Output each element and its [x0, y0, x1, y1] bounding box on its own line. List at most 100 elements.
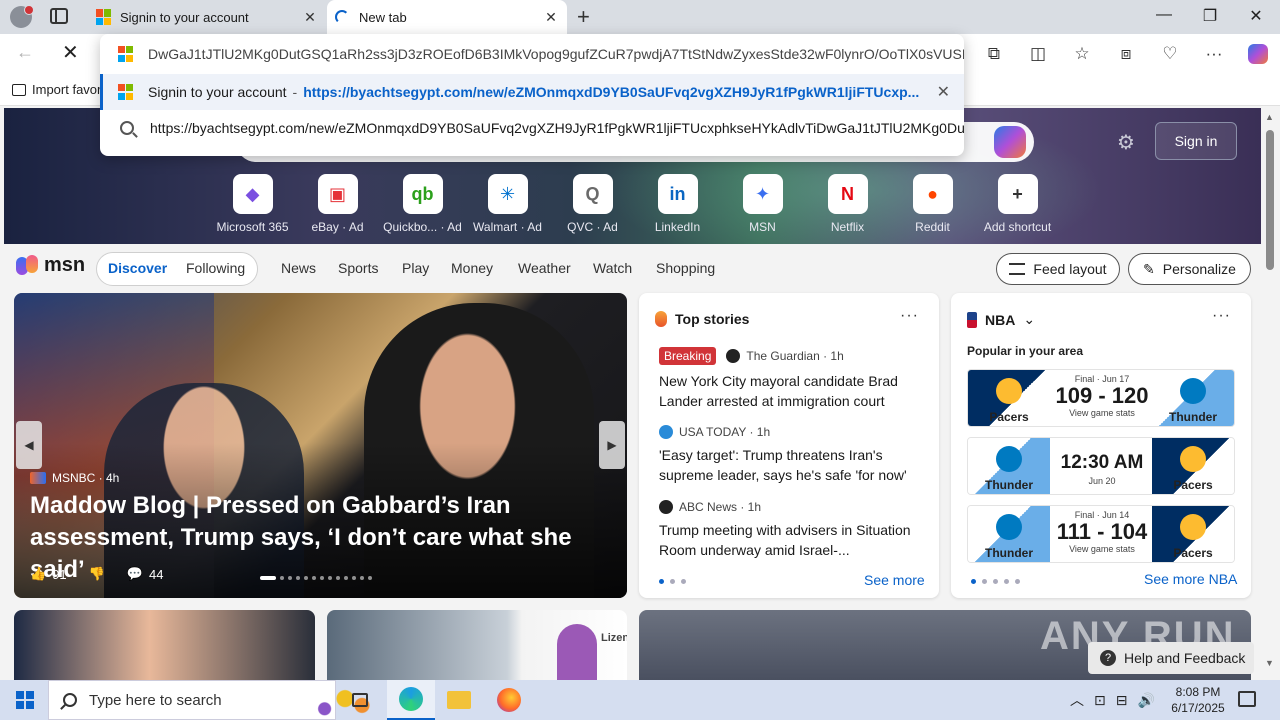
pager-dot[interactable] [328, 576, 332, 580]
nav-play[interactable]: Play [402, 260, 429, 276]
scrollbar-thumb[interactable] [1266, 130, 1274, 270]
see-more-nba-link[interactable]: See more NBA [1144, 571, 1237, 587]
pager-dot[interactable] [304, 576, 308, 580]
story-item[interactable]: ABC News · 1h Trump meeting with adviser… [659, 500, 923, 560]
notifications-icon[interactable] [1238, 691, 1256, 707]
pager-dot[interactable] [971, 579, 976, 584]
remove-suggestion-icon[interactable]: ✕ [937, 82, 950, 102]
thumbs-up-icon[interactable]: 👍 [30, 566, 46, 582]
shortcut-ebay-ad[interactable]: ▣ eBay · Ad [295, 174, 380, 234]
browser-essentials-icon[interactable]: ♡ [1148, 44, 1192, 64]
pager-dot[interactable] [344, 576, 348, 580]
pager-dot[interactable] [320, 576, 324, 580]
pager-dot[interactable] [352, 576, 356, 580]
game-row[interactable]: Thunder 12:30 AM Jun 20 Pacers [967, 437, 1235, 495]
nav-weather[interactable]: Weather [518, 260, 571, 276]
import-favorites-button[interactable]: Import favor [12, 82, 101, 97]
pager-dot[interactable] [993, 579, 998, 584]
page-scrollbar[interactable]: ▲ ▼ [1262, 108, 1280, 676]
restore-button[interactable]: ❐ [1200, 6, 1220, 26]
see-more-link[interactable]: See more [864, 572, 925, 588]
pager-dot[interactable] [670, 579, 675, 584]
shortcut-quickbo-ad[interactable]: qb Quickbo... · Ad [380, 174, 465, 234]
device-icon[interactable]: ⊡ [1094, 692, 1106, 709]
extensions-icon[interactable]: ⧉ [972, 44, 1016, 64]
pager-dot[interactable] [280, 576, 284, 580]
shortcut-walmart-ad[interactable]: ✳ Walmart · Ad [465, 174, 550, 234]
tab-close-icon[interactable]: ✕ [541, 9, 561, 26]
suggestion-history[interactable]: Signin to your account - https://byachts… [100, 74, 964, 110]
tab-discover[interactable]: Discover [108, 260, 167, 276]
collections-icon[interactable]: ⧈ [1104, 44, 1148, 64]
story-item[interactable]: USA TODAY · 1h 'Easy target': Trump thre… [659, 425, 923, 485]
help-feedback-button[interactable]: ? Help and Feedback [1088, 642, 1254, 674]
comment-icon[interactable]: 💬 [127, 566, 143, 582]
msn-logo[interactable]: msn [16, 254, 85, 277]
taskbar-file-explorer[interactable] [435, 680, 483, 720]
shortcut-msn[interactable]: ✦ MSN [720, 174, 805, 234]
story-item[interactable]: Breaking The Guardian · 1h New York City… [659, 347, 923, 411]
game-stats-link[interactable]: View game stats [1050, 408, 1154, 418]
more-options-icon[interactable]: ··· [1212, 307, 1231, 325]
gear-icon[interactable]: ⚙ [1117, 130, 1135, 155]
news-card[interactable]: Lizenz [327, 610, 627, 680]
tab-new-tab[interactable]: New tab ✕ [327, 0, 567, 34]
pager-dot[interactable] [336, 576, 340, 580]
pager-dot[interactable] [982, 579, 987, 584]
feed-layout-button[interactable]: Feed layout [996, 253, 1120, 285]
nav-watch[interactable]: Watch [593, 260, 632, 276]
profile-icon[interactable] [10, 5, 34, 28]
nba-header[interactable]: NBA ⌄ [967, 311, 1035, 328]
copilot-icon[interactable] [994, 126, 1026, 158]
pager-dot[interactable] [1004, 579, 1009, 584]
nav-money[interactable]: Money [451, 260, 493, 276]
close-window-button[interactable]: ✕ [1246, 6, 1266, 26]
tab-close-icon[interactable]: ✕ [300, 9, 320, 26]
pager-dot[interactable] [360, 576, 364, 580]
copilot-icon[interactable] [1248, 44, 1268, 64]
thumbs-down-icon[interactable]: 👎 [89, 566, 105, 582]
shortcut-reddit[interactable]: ● Reddit [890, 174, 975, 234]
nav-sports[interactable]: Sports [338, 260, 378, 276]
suggestion-search[interactable]: https://byachtsegypt.com/new/eZMOnmqxdD9… [100, 110, 964, 146]
scroll-down-icon[interactable]: ▼ [1265, 658, 1274, 668]
stop-loading-button[interactable]: ✕ [62, 40, 79, 65]
game-row[interactable]: Pacers Final · Jun 17 109 - 120 View gam… [967, 369, 1235, 427]
shortcut-qvc-ad[interactable]: Q QVC · Ad [550, 174, 635, 234]
address-input[interactable]: DwGaJ1tJTlU2MKg0DutGSQ1aRh2ss3jD3zROEofD… [100, 36, 964, 72]
volume-icon[interactable]: 🔊 [1137, 692, 1154, 709]
scroll-up-icon[interactable]: ▲ [1265, 112, 1274, 122]
shortcut-linkedin[interactable]: in LinkedIn [635, 174, 720, 234]
favorites-icon[interactable]: ☆ [1060, 44, 1104, 64]
back-button[interactable]: ← [16, 42, 34, 63]
game-row[interactable]: Thunder Final · Jun 14 111 - 104 View ga… [967, 505, 1235, 563]
sign-in-button[interactable]: Sign in [1155, 122, 1237, 160]
carousel-prev-button[interactable]: ◀ [16, 421, 42, 469]
more-icon[interactable]: ··· [1192, 44, 1236, 64]
split-screen-icon[interactable]: ◫ [1016, 44, 1060, 64]
pager-dot[interactable] [659, 579, 664, 584]
game-stats-link[interactable]: View game stats [1050, 544, 1154, 554]
shortcut-add-shortcut[interactable]: + Add shortcut [975, 174, 1060, 234]
pager-dot[interactable] [1015, 579, 1020, 584]
carousel-next-button[interactable]: ▶ [599, 421, 625, 469]
personalize-button[interactable]: ✎ Personalize [1128, 253, 1251, 285]
tab-following[interactable]: Following [186, 260, 245, 276]
pager-dot[interactable] [368, 576, 372, 580]
news-card[interactable] [14, 610, 315, 680]
new-tab-button[interactable]: + [577, 4, 590, 30]
tab-actions-icon[interactable] [50, 8, 68, 24]
nav-shopping[interactable]: Shopping [656, 260, 715, 276]
shortcut-microsoft-365[interactable]: ◆ Microsoft 365 [210, 174, 295, 234]
pager-dot[interactable] [288, 576, 292, 580]
minimize-button[interactable]: — [1154, 6, 1174, 24]
pager-dot[interactable] [312, 576, 316, 580]
taskbar-edge[interactable] [387, 680, 435, 720]
featured-carousel[interactable]: ◀ ▶ MSNBC · 4h Maddow Blog | Pressed on … [14, 293, 627, 598]
windows-start-icon[interactable] [16, 691, 34, 709]
pager-dot[interactable] [260, 576, 276, 580]
pager-dot[interactable] [681, 579, 686, 584]
network-icon[interactable]: ⊟ [1116, 692, 1128, 709]
chevron-up-icon[interactable]: ︿ [1070, 690, 1084, 710]
pager-dot[interactable] [296, 576, 300, 580]
